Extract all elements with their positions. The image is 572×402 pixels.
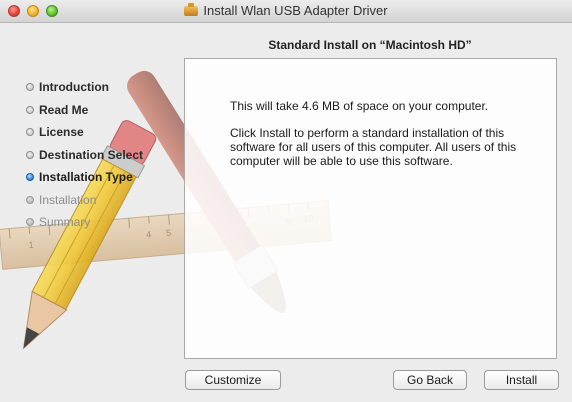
step-installation-type: Installation Type [24,168,184,191]
step-label: Installation [39,192,97,207]
step-label: Installation Type [39,170,133,184]
pane-title: Standard Install on “Macintosh HD” [268,38,472,52]
step-bullet-icon [26,105,34,114]
installer-steps: Introduction Read Me License Destination… [24,78,184,236]
step-summary: Summary [24,213,184,236]
step-license: License [24,123,184,146]
go-back-button[interactable]: Go Back [393,370,467,390]
step-bullet-icon [26,218,34,226]
install-description-text: Click Install to perform a standard inst… [230,126,517,168]
installer-window: Install Wlan USB Adapter Driver 1 4 5 St… [0,0,572,402]
step-label: Summary [39,215,91,229]
step-bullet-icon [26,195,34,204]
package-icon [184,3,199,16]
step-read-me: Read Me [24,101,184,124]
step-label: Destination Select [39,147,144,162]
window-title: Install Wlan USB Adapter Driver [203,3,388,18]
space-required-text: This will take 4.6 MB of space on your c… [230,99,489,113]
step-label: License [39,125,84,139]
step-bullet-icon [26,128,34,136]
step-destination-select: Destination Select [24,146,184,169]
step-introduction: Introduction [24,78,184,101]
install-button[interactable]: Install [484,370,559,390]
ruler-number: 1 [28,240,34,250]
step-label: Introduction [39,80,109,94]
window-title-group: Install Wlan USB Adapter Driver [0,3,572,18]
step-label: Read Me [39,102,89,117]
step-bullet-icon [26,83,34,91]
content-pane: This will take 4.6 MB of space on your c… [184,58,557,359]
step-bullet-icon [26,150,34,159]
step-installation: Installation [24,191,184,214]
customize-button[interactable]: Customize [185,370,281,390]
step-bullet-icon [26,173,34,181]
title-bar[interactable]: Install Wlan USB Adapter Driver [0,0,572,23]
